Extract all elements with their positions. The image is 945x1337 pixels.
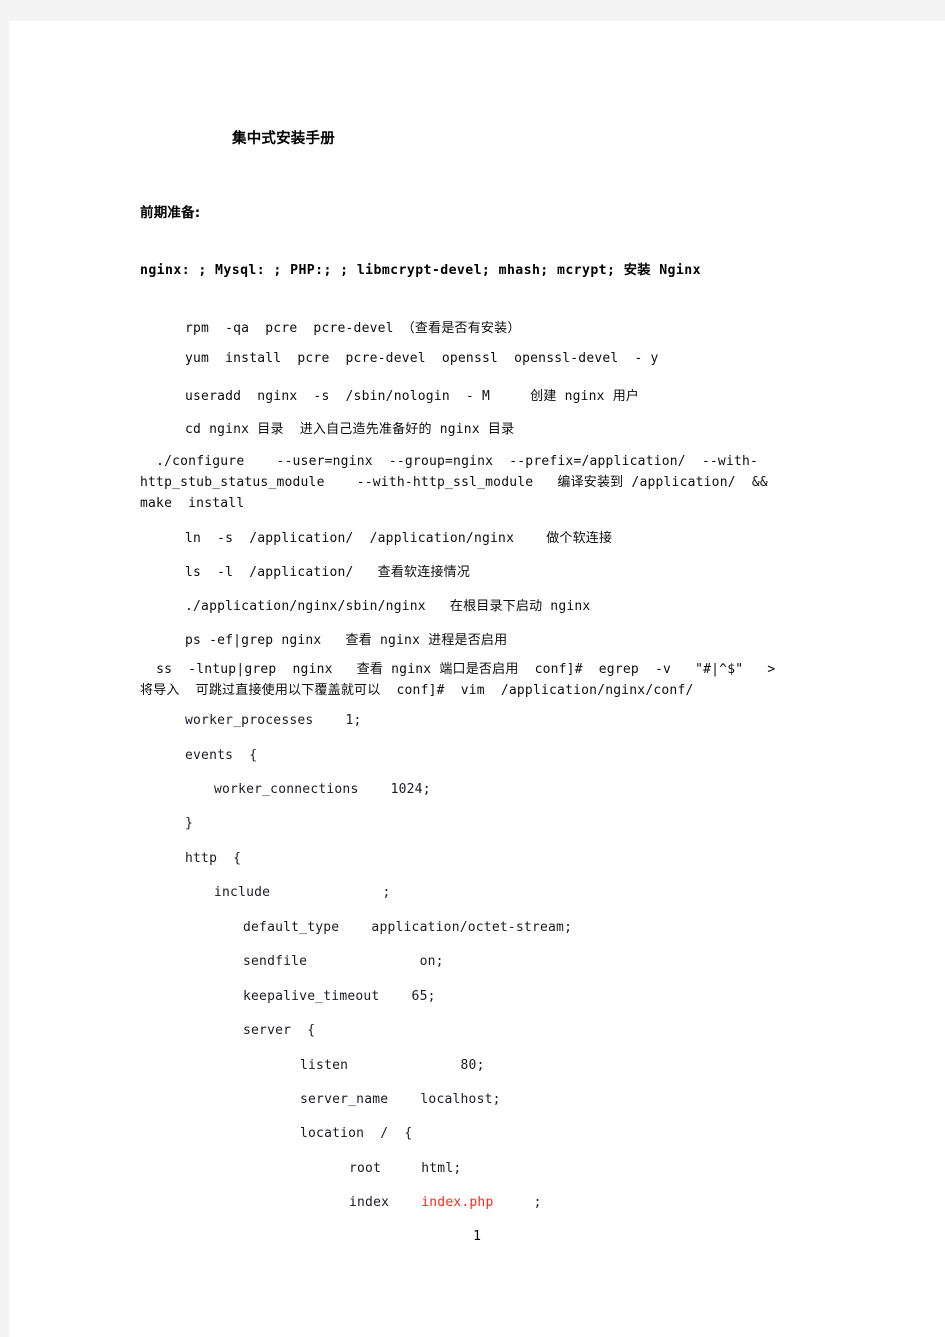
- conf-line: root html;: [349, 1161, 462, 1176]
- conf-spacer: [389, 1195, 421, 1210]
- page-number: 1: [473, 1229, 481, 1244]
- document-page: 集中式安装手册 前期准备: nginx: ; Mysql: ; PHP:; ; …: [9, 21, 945, 1337]
- conf-line: worker_processes 1;: [185, 713, 362, 728]
- section-heading-preparation: 前期准备:: [140, 205, 201, 221]
- command-line: ls -l /application/ 查看软连接情况: [185, 565, 471, 580]
- conf-line: default_type application/octet-stream;: [243, 920, 573, 935]
- conf-line: include ;: [214, 885, 391, 900]
- package-requirements-line: nginx: ; Mysql: ; PHP:; ; libmcrypt-deve…: [140, 263, 701, 278]
- conf-line: events {: [185, 748, 258, 763]
- command-line: yum install pcre pcre-devel openssl open…: [185, 351, 659, 366]
- conf-line: }: [185, 816, 194, 831]
- conf-key-index: index: [349, 1195, 390, 1210]
- conf-line-index: index index.php ;: [349, 1195, 542, 1210]
- conf-spacer: [494, 1195, 534, 1210]
- command-line: rpm -qa pcre pcre-devel （查看是否有安装）: [185, 321, 521, 336]
- egrep-vim-command-block: ss -lntup|grep nginx 查看 nginx 端口是否启用 con…: [140, 662, 808, 698]
- conf-line: server {: [243, 1023, 316, 1038]
- document-body: 集中式安装手册 前期准备: nginx: ; Mysql: ; PHP:; ; …: [9, 21, 945, 1337]
- conf-line: http {: [185, 851, 242, 866]
- page-title: 集中式安装手册: [232, 131, 335, 147]
- command-line: ln -s /application/ /application/nginx 做…: [185, 531, 613, 546]
- command-line: cd nginx 目录 进入自己造先准备好的 nginx 目录: [185, 422, 515, 437]
- conf-line: server_name localhost;: [300, 1092, 501, 1107]
- command-line: useradd nginx -s /sbin/nologin - M 创建 ng…: [185, 389, 640, 404]
- command-line: ./application/nginx/sbin/nginx 在根目录下启动 n…: [185, 599, 591, 614]
- conf-line: keepalive_timeout 65;: [243, 989, 436, 1004]
- conf-line: listen 80;: [300, 1058, 485, 1073]
- command-line: ps -ef|grep nginx 查看 nginx 进程是否启用: [185, 633, 508, 648]
- configure-command-block: ./configure --user=nginx --group=nginx -…: [140, 454, 784, 511]
- conf-value-index-php: index.php: [421, 1195, 494, 1210]
- conf-line: worker_connections 1024;: [214, 782, 431, 797]
- conf-terminator: ;: [533, 1195, 542, 1210]
- conf-line: location / {: [300, 1126, 413, 1141]
- conf-line: sendfile on;: [243, 954, 444, 969]
